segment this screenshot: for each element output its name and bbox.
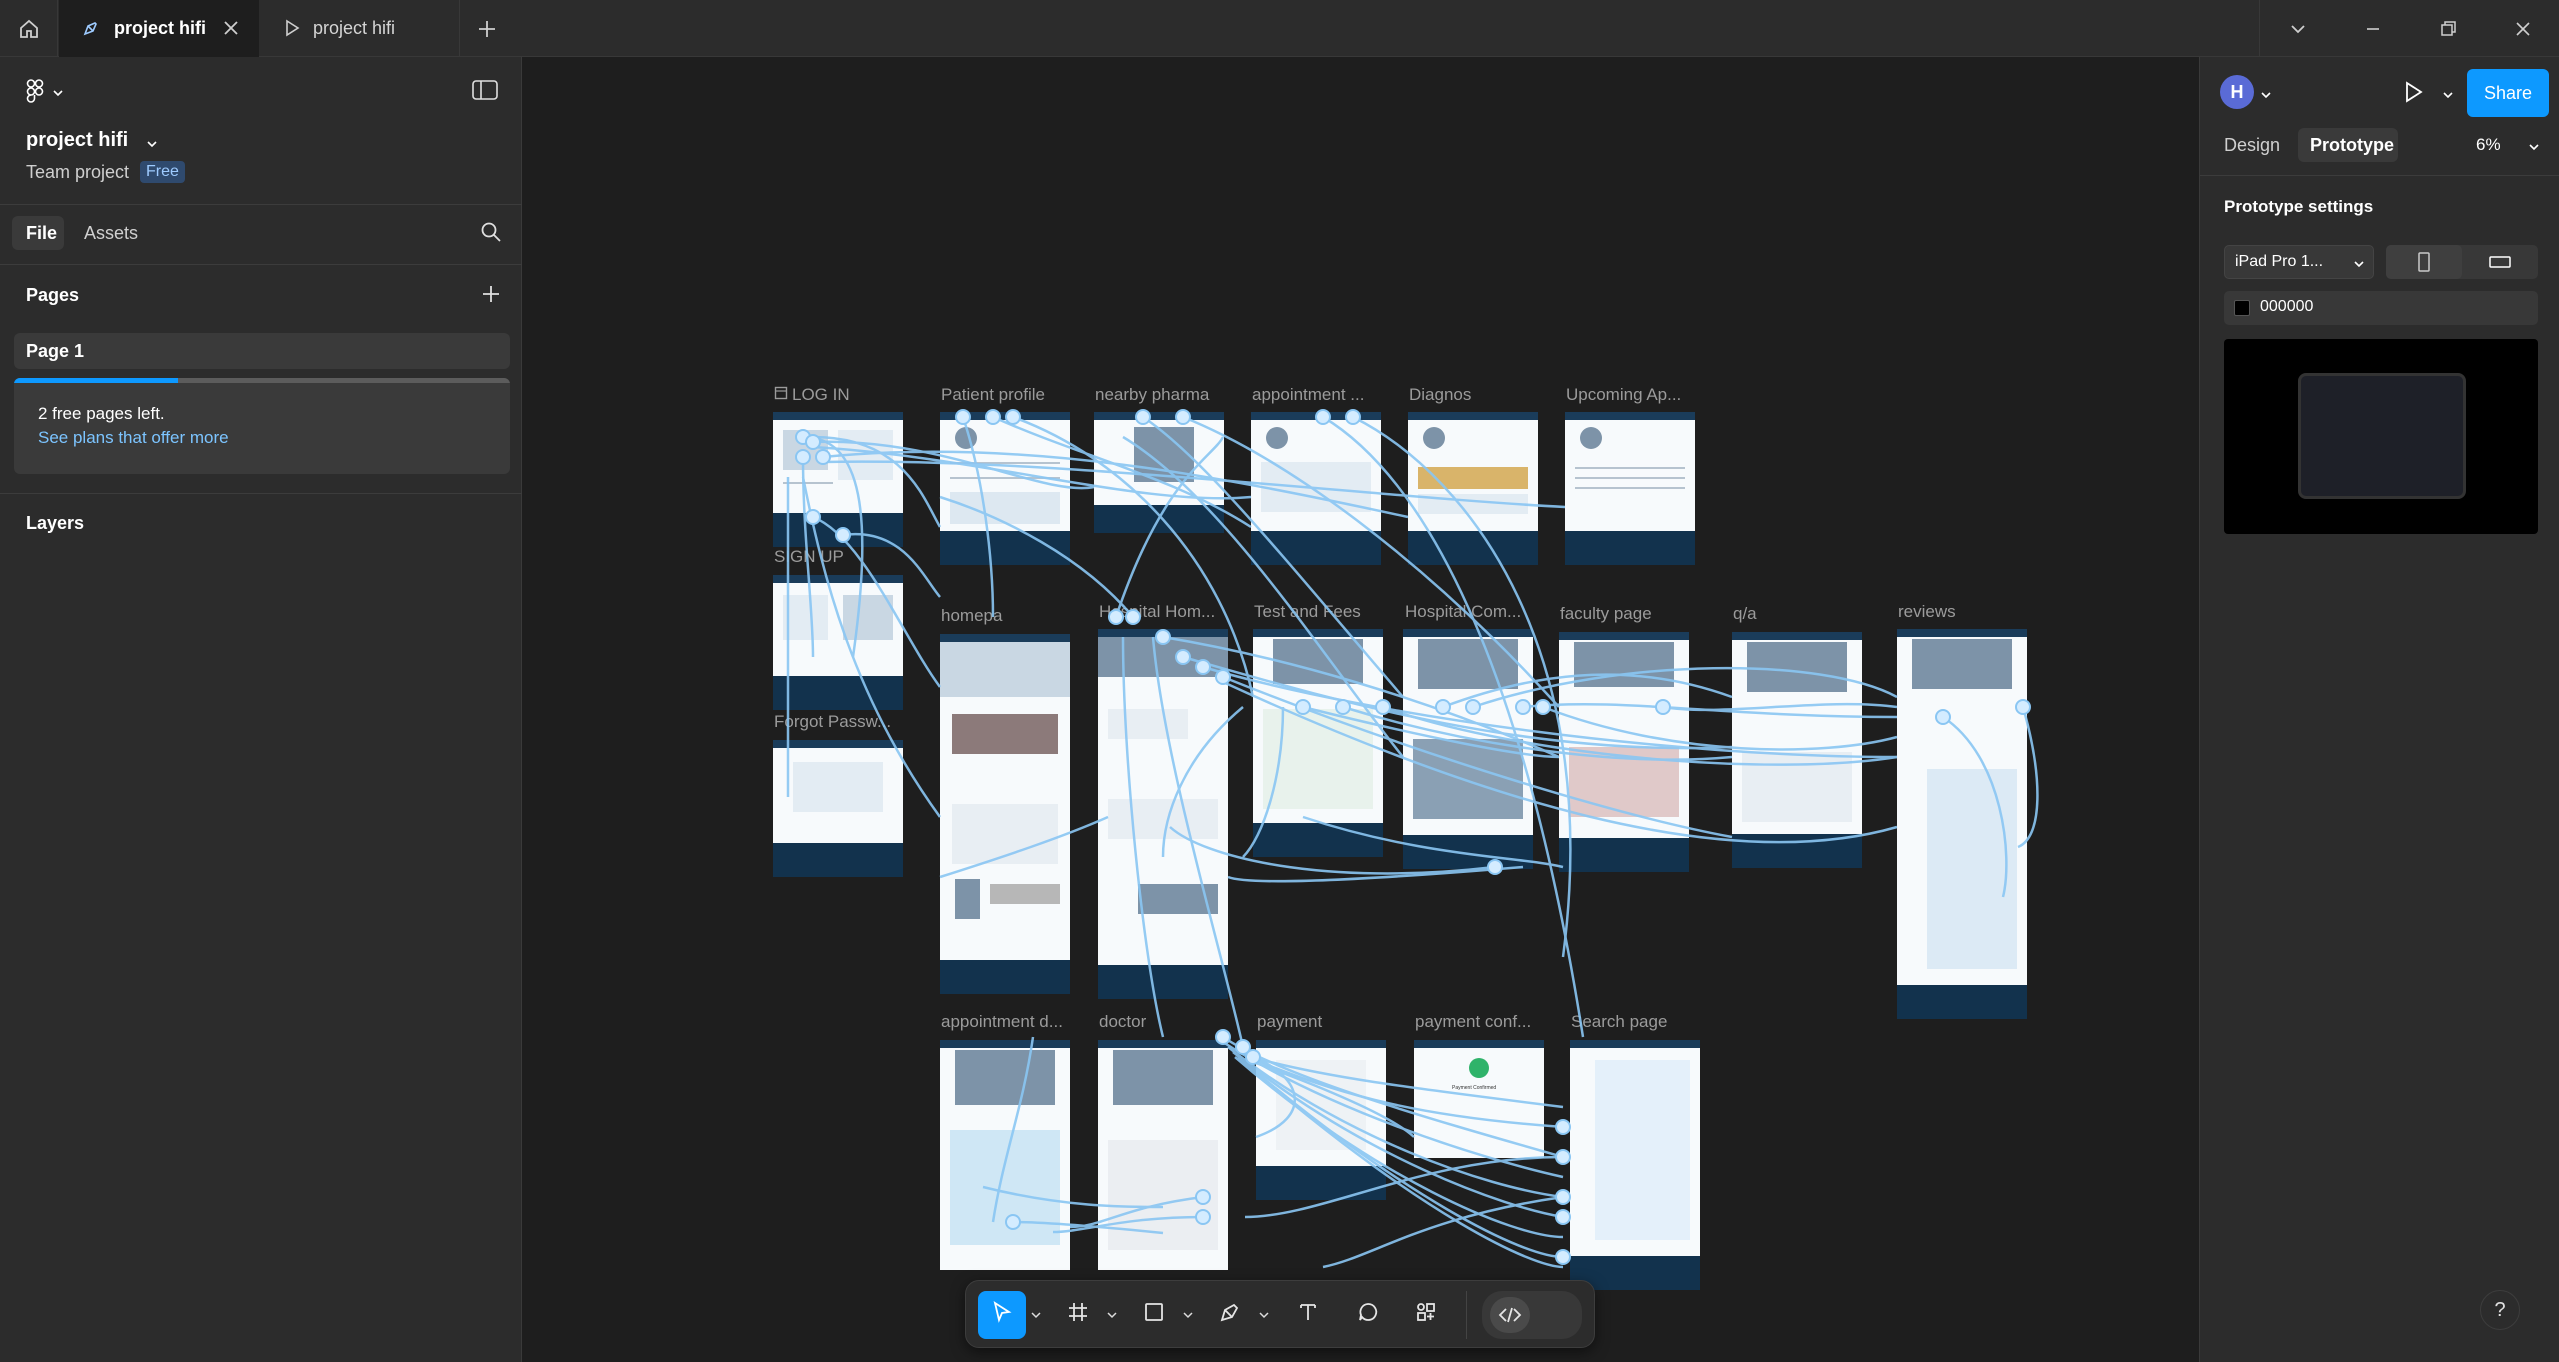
chevron-down-icon[interactable] — [2275, 0, 2321, 57]
background-hex[interactable]: 000000 — [2260, 298, 2313, 316]
free-pages-notice: 2 free pages left. See plans that offer … — [14, 378, 510, 474]
cursor-icon — [990, 1300, 1014, 1331]
pages-usage-fill — [14, 378, 178, 383]
main-menu-button[interactable] — [26, 79, 64, 110]
shape-tool[interactable] — [1130, 1291, 1178, 1339]
chevron-down-icon[interactable] — [1028, 1291, 1044, 1339]
notice-text: 2 free pages left. — [38, 404, 165, 423]
text-icon — [1296, 1300, 1320, 1331]
comment-icon — [1356, 1300, 1380, 1331]
add-page-plus-icon[interactable] — [480, 283, 502, 310]
window-close-icon[interactable] — [2500, 0, 2546, 57]
minimize-icon[interactable] — [2350, 0, 2396, 57]
play-icon — [282, 18, 302, 43]
portrait-icon[interactable] — [2386, 245, 2462, 279]
pen-icon — [1218, 1300, 1242, 1331]
layers-heading: Layers — [26, 513, 85, 533]
device-select[interactable]: iPad Pro 1... — [2224, 245, 2374, 279]
pen-tool[interactable] — [1206, 1291, 1254, 1339]
chevron-down-icon[interactable] — [2528, 140, 2540, 158]
tab-design[interactable]: Design — [2224, 135, 2280, 156]
orientation-toggle — [2386, 245, 2538, 279]
code-icon — [1490, 1297, 1530, 1333]
color-swatch[interactable] — [2234, 300, 2250, 316]
tab-assets[interactable]: Assets — [84, 223, 138, 244]
move-tool[interactable] — [978, 1291, 1026, 1339]
tab-prototype-label: Prototype — [2310, 135, 2395, 155]
avatar[interactable]: H — [2220, 75, 2254, 109]
home-icon[interactable] — [0, 0, 58, 57]
bottom-toolbar — [965, 1280, 1595, 1348]
device-select-value: iPad Pro 1... — [2235, 253, 2324, 270]
pen-file-icon — [81, 18, 101, 43]
help-button[interactable]: ? — [2480, 1290, 2520, 1330]
new-tab-plus-icon[interactable] — [462, 0, 512, 57]
see-plans-link[interactable]: See plans that offer more — [38, 428, 229, 448]
plan-badge[interactable]: Free — [140, 161, 185, 183]
close-icon[interactable] — [219, 16, 243, 45]
chevron-down-icon[interactable] — [1104, 1291, 1120, 1339]
landscape-icon[interactable] — [2462, 245, 2538, 279]
page-item-label: Page 1 — [26, 341, 85, 361]
tab-file-label: File — [26, 223, 58, 243]
prototype-connections — [786, 409, 2039, 1269]
frame-hash-icon — [1066, 1300, 1090, 1331]
page-item-page-1[interactable]: Page 1 — [14, 333, 510, 369]
search-icon[interactable] — [480, 221, 502, 248]
chevron-down-icon — [2353, 257, 2365, 275]
resources-icon — [1414, 1300, 1438, 1331]
background-color-field[interactable]: 000000 — [2224, 291, 2538, 325]
tab-prototype[interactable]: project hifi — [260, 0, 460, 57]
chevron-down-icon[interactable] — [146, 137, 158, 155]
present-play-icon[interactable] — [2400, 79, 2426, 110]
tab-label: project hifi — [114, 18, 207, 38]
share-button[interactable]: Share — [2467, 69, 2549, 117]
design-canvas[interactable]: LOG IN SIGN UP Forgot Passw... Patient p… — [523, 57, 2198, 1362]
figma-logo-icon — [26, 79, 44, 110]
ipad-frame-preview — [2298, 373, 2466, 499]
team-name: Team project — [26, 162, 130, 182]
chevron-down-icon[interactable] — [2442, 88, 2454, 106]
file-name[interactable]: project hifi — [26, 129, 128, 152]
tab-label: project hifi — [313, 18, 396, 38]
frame-tool[interactable] — [1054, 1291, 1102, 1339]
resources-tool[interactable] — [1402, 1291, 1450, 1339]
device-preview — [2224, 339, 2538, 534]
comment-tool[interactable] — [1344, 1291, 1392, 1339]
chevron-down-icon[interactable] — [2260, 88, 2272, 106]
panel-toggle-icon[interactable] — [472, 79, 498, 106]
tab-design-file[interactable]: project hifi — [59, 0, 259, 57]
rectangle-icon — [1142, 1300, 1166, 1331]
dev-mode-toggle[interactable] — [1482, 1291, 1582, 1339]
pages-heading: Pages — [26, 285, 80, 305]
chevron-down-icon[interactable] — [1180, 1291, 1196, 1339]
restore-icon[interactable] — [2425, 0, 2471, 57]
left-sidebar: project hifi Team project Free File Asse… — [0, 57, 522, 1362]
chevron-down-icon — [52, 86, 64, 104]
zoom-level[interactable]: 6% — [2476, 135, 2501, 155]
prototype-settings-title: Prototype settings — [2224, 197, 2374, 216]
chevron-down-icon[interactable] — [1256, 1291, 1272, 1339]
title-bar: project hifi project hifi — [0, 0, 2559, 57]
right-sidebar: H Share Design Prototype 6% Prototype se… — [2199, 57, 2559, 1362]
text-tool[interactable] — [1284, 1291, 1332, 1339]
